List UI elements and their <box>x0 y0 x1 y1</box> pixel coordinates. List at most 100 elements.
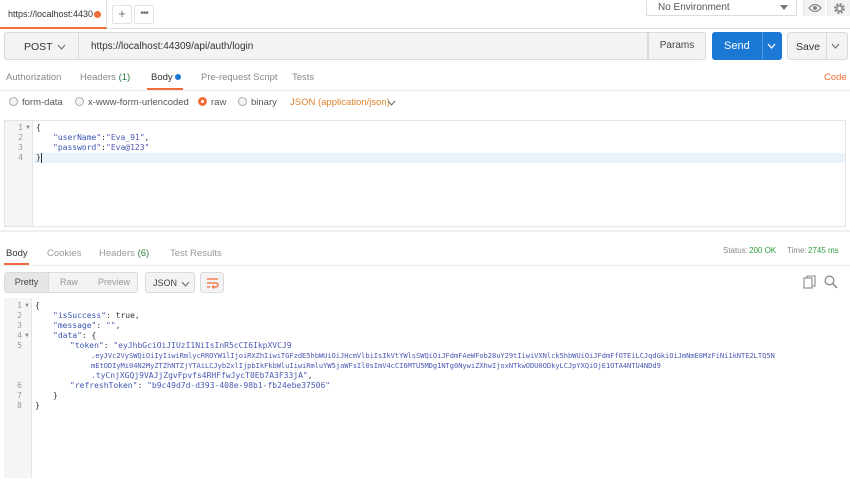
radio-urlencoded[interactable] <box>75 97 84 106</box>
line-number: 2 <box>18 133 23 142</box>
radio-binary-label[interactable]: binary <box>251 97 277 108</box>
code-line: } <box>35 401 40 410</box>
time-label: Time: <box>787 246 807 255</box>
radio-form-data-label[interactable]: form-data <box>22 97 63 108</box>
chevron-down-icon[interactable] <box>831 43 840 49</box>
code-line: { <box>36 123 41 132</box>
params-button[interactable]: Params <box>648 32 706 60</box>
code-line: "refreshToken": "b9c49d7d-d393-408e-98b1… <box>70 381 331 390</box>
response-tab-test-results[interactable]: Test Results <box>170 248 222 259</box>
new-tab-button[interactable]: + <box>112 5 132 24</box>
code-line: } <box>53 391 58 400</box>
send-button[interactable]: Send <box>712 32 782 60</box>
response-tab-body[interactable]: Body <box>6 248 28 259</box>
unsaved-dot-icon <box>94 11 101 18</box>
save-divider <box>826 33 827 59</box>
divider <box>0 90 850 91</box>
pretty-button[interactable]: Pretty <box>5 273 49 292</box>
code-line: "token": "eyJhbGciOiJIUzI1NiIsInR5cCI6Ik… <box>70 341 292 350</box>
chevron-down-icon <box>387 100 396 106</box>
send-label: Send <box>724 40 750 52</box>
code-line: "message": "", <box>53 321 121 330</box>
line-number: 1 <box>17 301 22 310</box>
tab-pre-request-script[interactable]: Pre-request Script <box>201 72 278 83</box>
tab-body-label: Body <box>151 72 173 83</box>
environment-quick-look-button[interactable] <box>803 0 825 16</box>
code-line: .tyCnjXGQj9VAJjZgvFpvfs4RHFfwJycT0Eb7A3F… <box>91 371 313 380</box>
search-icon[interactable] <box>824 275 838 289</box>
environment-select[interactable]: No Environment <box>646 0 797 16</box>
fold-arrow-icon[interactable]: ▼ <box>24 333 30 339</box>
status-value[interactable]: 200 OK <box>749 246 776 255</box>
line-number: 2 <box>17 311 22 320</box>
body-indicator-dot-icon <box>175 74 182 80</box>
code-line: "isSuccess": true, <box>53 311 140 320</box>
tab-more-button[interactable]: ••• <box>134 5 154 24</box>
content-type-select[interactable]: JSON (application/json) <box>290 97 390 108</box>
save-button[interactable]: Save <box>787 32 848 60</box>
manage-environments-button[interactable] <box>827 0 850 16</box>
line-number: 3 <box>18 143 23 152</box>
line-number: 7 <box>17 391 22 400</box>
response-tab-cookies[interactable]: Cookies <box>47 248 81 259</box>
line-number: 8 <box>17 401 22 410</box>
line-number: 5 <box>17 341 22 350</box>
radio-raw[interactable] <box>198 97 207 106</box>
gear-icon <box>834 3 845 14</box>
divider <box>0 265 850 266</box>
chevron-down-icon[interactable] <box>767 43 776 49</box>
tab-tests[interactable]: Tests <box>292 72 314 83</box>
radio-form-data[interactable] <box>9 97 18 106</box>
line-number: 3 <box>17 321 22 330</box>
format-label: JSON <box>153 278 178 288</box>
method-select[interactable]: POST <box>4 32 79 60</box>
chevron-down-icon <box>181 281 190 287</box>
tab-headers[interactable]: Headers (1) <box>80 72 130 83</box>
response-tab-headers-count: (6) <box>137 248 150 259</box>
response-tab-headers[interactable]: Headers (6) <box>99 248 149 259</box>
code-line: "userName":"Eva_91", <box>53 133 150 142</box>
response-tab-headers-label: Headers <box>99 248 135 259</box>
text-cursor <box>41 153 42 163</box>
line-number: 1 <box>18 123 23 132</box>
line-number-gutter: 1 ▼ 2 3 4 ▼ 5 6 7 8 <box>4 298 32 478</box>
copy-icon[interactable] <box>803 275 816 289</box>
view-mode-toggle: Pretty Raw Preview <box>4 272 138 293</box>
request-body-editor[interactable]: 1 ▼ 2 3 4 { "userName":"Eva_91", "passwo… <box>4 120 846 227</box>
tab-headers-label: Headers <box>80 72 116 83</box>
status-label: Status: <box>723 246 748 255</box>
line-number: 6 <box>17 381 22 390</box>
raw-button[interactable]: Raw <box>49 273 89 292</box>
url-input[interactable] <box>79 32 648 60</box>
chevron-down-icon <box>57 44 66 50</box>
send-divider <box>762 32 763 60</box>
code-line: { <box>35 301 40 310</box>
code-line: mEtODIyMi04N2MyZTZhNTZjYTAiLCJyb2xlIjpbI… <box>91 361 661 370</box>
fold-arrow-icon[interactable]: ▼ <box>25 125 31 131</box>
save-label: Save <box>796 41 820 53</box>
code-line: "password":"Eva@123" <box>53 143 150 152</box>
chevron-down-icon <box>780 5 788 10</box>
radio-raw-label[interactable]: raw <box>211 97 226 108</box>
pane-splitter[interactable] <box>0 230 850 232</box>
response-body-viewer[interactable]: 1 ▼ 2 3 4 ▼ 5 6 7 8 { "isSuccess": true,… <box>4 298 846 478</box>
fold-arrow-icon[interactable]: ▼ <box>24 303 30 309</box>
radio-binary[interactable] <box>238 97 247 106</box>
code-link[interactable]: Code <box>824 72 847 83</box>
method-label: POST <box>24 41 53 53</box>
format-select[interactable]: JSON <box>145 272 195 293</box>
request-tab-title: https://localhost:4430 <box>8 9 94 19</box>
preview-button[interactable]: Preview <box>89 273 139 292</box>
active-line-highlight <box>34 153 845 163</box>
radio-urlencoded-label[interactable]: x-www-form-urlencoded <box>88 97 189 108</box>
wrap-lines-button[interactable] <box>200 272 224 293</box>
request-tab[interactable]: https://localhost:4430 <box>0 0 107 29</box>
tab-headers-count: (1) <box>118 72 131 83</box>
code-line: "data": { <box>53 331 97 340</box>
tab-body[interactable]: Body <box>151 72 182 83</box>
time-value[interactable]: 2745 ms <box>808 246 839 255</box>
tab-authorization[interactable]: Authorization <box>6 72 61 83</box>
line-number-gutter: 1 ▼ 2 3 4 <box>5 121 33 226</box>
environment-label: No Environment <box>658 2 730 13</box>
wrap-lines-icon <box>207 278 219 289</box>
